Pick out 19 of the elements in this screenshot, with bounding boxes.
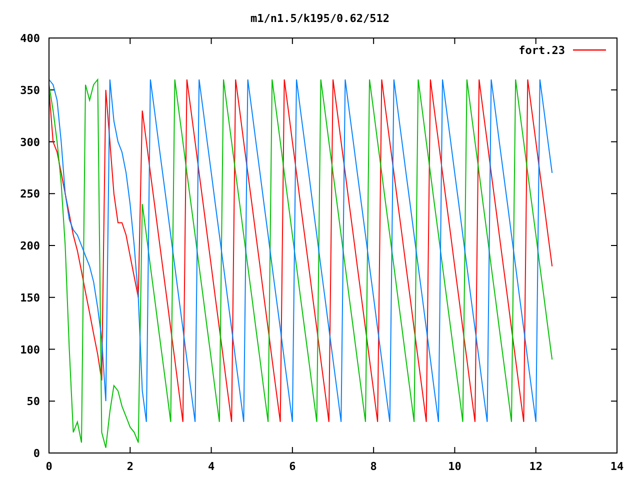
y-tick-label: 150 <box>20 291 40 304</box>
x-tick-label: 10 <box>448 460 462 473</box>
y-tick-label: 250 <box>20 188 40 201</box>
y-tick-label: 100 <box>20 343 40 356</box>
x-tick-label: 0 <box>46 460 52 473</box>
legend-label: fort.23 <box>518 44 565 57</box>
y-tick-label: 300 <box>20 136 40 149</box>
x-tick-label: 14 <box>610 460 624 473</box>
y-tick-label: 400 <box>20 32 40 45</box>
x-tick-label: 12 <box>529 460 542 473</box>
x-tick-label: 2 <box>126 460 134 473</box>
y-tick-label: 0 <box>33 447 40 460</box>
x-tick-label: 6 <box>289 460 296 473</box>
y-tick-label: 200 <box>20 240 40 252</box>
chart-title: m1/n1.5/k195/0.62/512 <box>250 12 390 25</box>
y-tick-label: 350 <box>20 84 40 97</box>
y-tick-label: 50 <box>26 395 40 408</box>
x-tick-label: 8 <box>370 460 377 473</box>
x-tick-label: 4 <box>208 460 215 473</box>
